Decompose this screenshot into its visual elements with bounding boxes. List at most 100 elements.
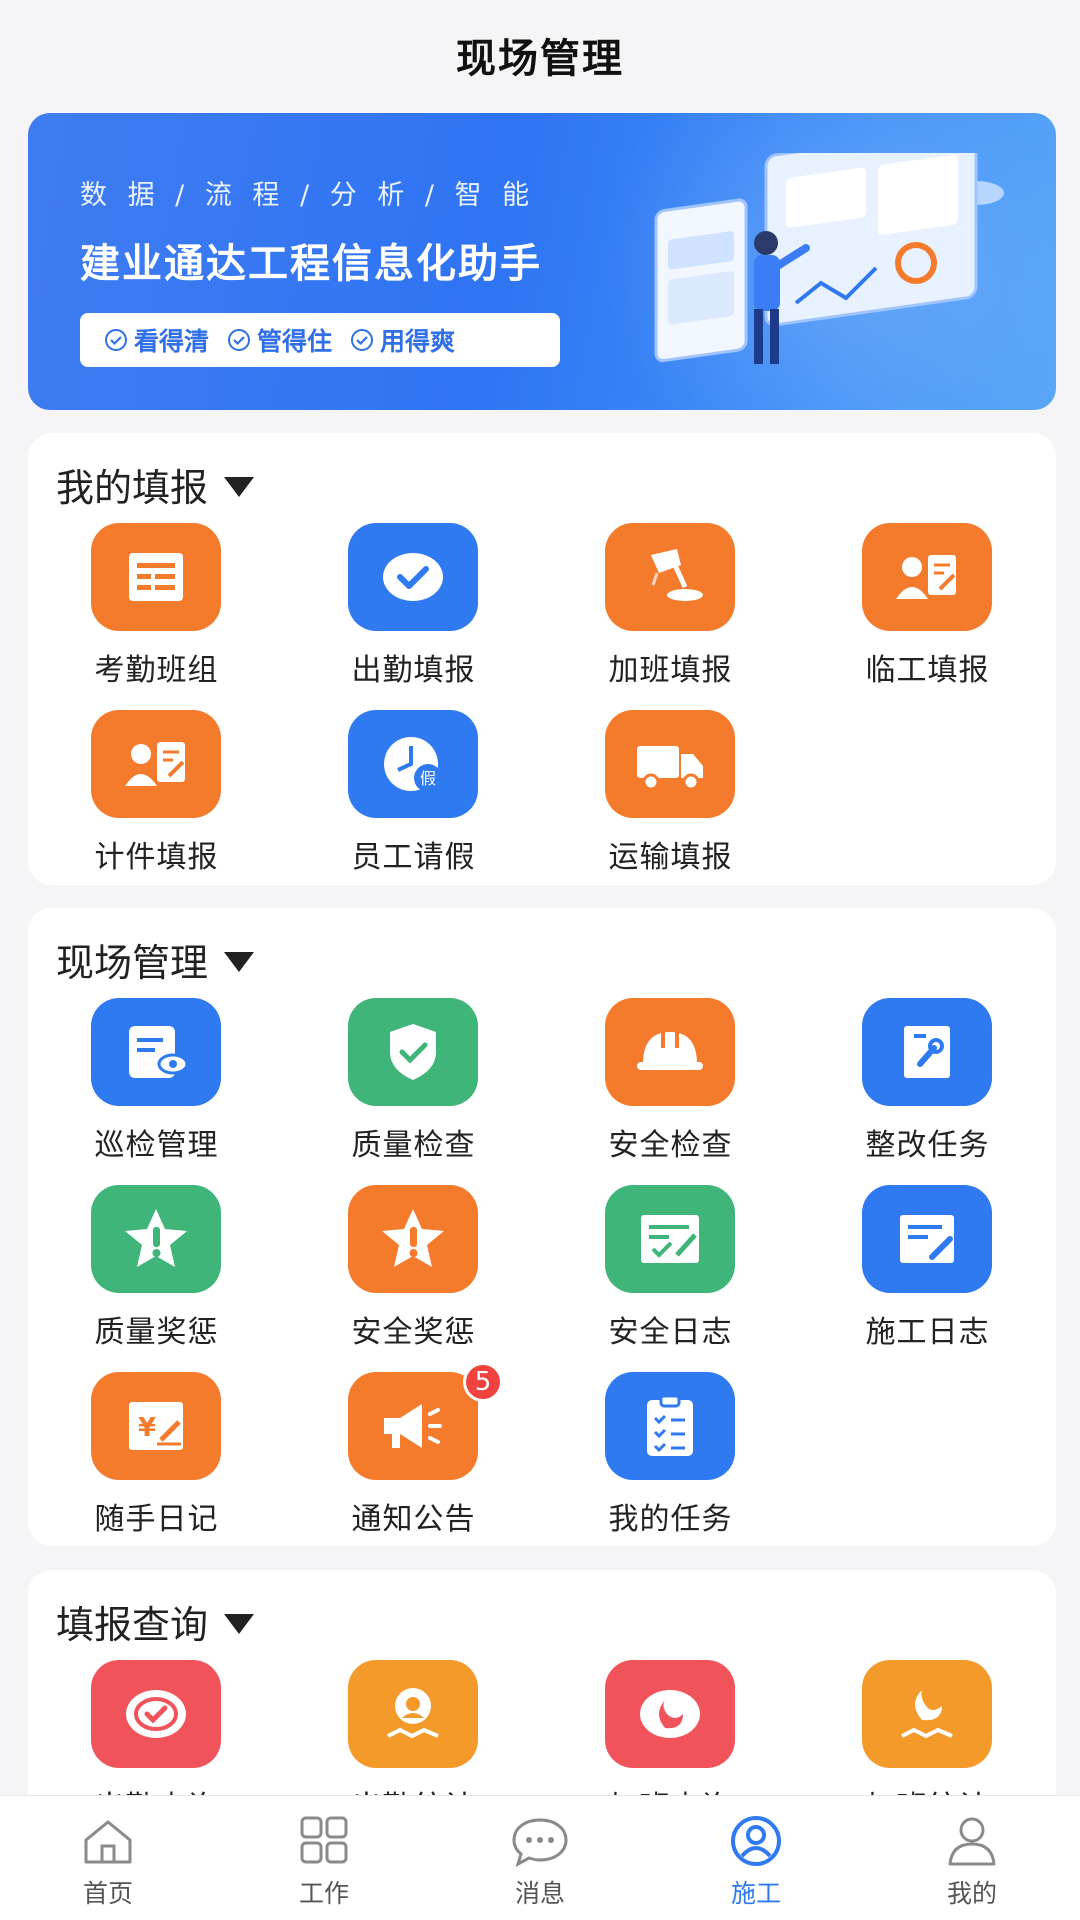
- grid-item-overtime-report[interactable]: 加班填报: [542, 523, 799, 703]
- chat-icon: [512, 1818, 568, 1868]
- tab-work[interactable]: 工作: [216, 1796, 432, 1920]
- star-alert-icon: [382, 1209, 444, 1267]
- tile: [348, 1372, 478, 1480]
- item-label: 加班填报: [608, 653, 733, 688]
- grid-item-construction-log[interactable]: 施工日志: [799, 1185, 1056, 1365]
- star-alert-icon: [125, 1209, 187, 1267]
- section-header[interactable]: 我的填报: [56, 457, 255, 512]
- tile: 假: [348, 710, 478, 818]
- banner-feature-pill: 看得清 管得住 用得爽: [80, 313, 560, 367]
- grid-item-safety-reward-penalty[interactable]: 安全奖惩: [285, 1185, 542, 1365]
- dashboard-illustration: [654, 153, 1004, 364]
- feature-label: 看得清: [134, 327, 210, 356]
- grid-item-leave-request[interactable]: 假 员工请假: [285, 710, 542, 890]
- tab-label: 施工: [730, 1879, 781, 1908]
- item-label: 安全检查: [608, 1128, 733, 1163]
- tile: ¥: [91, 1372, 221, 1480]
- svg-text:假: 假: [420, 769, 436, 788]
- tab-construction[interactable]: 施工: [648, 1796, 864, 1920]
- tile: [91, 1185, 221, 1293]
- grid-item-notice[interactable]: 5 通知公告: [285, 1362, 542, 1552]
- megaphone-icon: [384, 1404, 442, 1448]
- caret-down-icon: [224, 476, 255, 497]
- item-label: 我的任务: [608, 1502, 733, 1537]
- user-circle-icon: [731, 1816, 781, 1866]
- grid-item-quality-reward-penalty[interactable]: 质量奖惩: [28, 1185, 285, 1365]
- section-header[interactable]: 现场管理: [56, 932, 255, 987]
- moon-stat-icon: [901, 1690, 953, 1739]
- tab-label: 首页: [82, 1879, 133, 1908]
- grid-item-rectification-task[interactable]: 整改任务: [799, 998, 1056, 1178]
- check-circle-icon: [105, 329, 127, 351]
- section-my-reports: 我的填报 考勤班组 出勤填报 加班填报 临工填报 计件填报 假 员工请假 运输填…: [28, 433, 1056, 885]
- tab-home[interactable]: 首页: [0, 1796, 216, 1920]
- grid-item-safety-log[interactable]: 安全日志: [542, 1185, 799, 1365]
- bottom-tab-bar: 首页 工作 消息 施工 我的: [0, 1795, 1080, 1920]
- grid-item-transport-report[interactable]: 运输填报: [542, 710, 799, 890]
- promo-banner[interactable]: 数 据 / 流 程 / 分 析 / 智 能 建业通达工程信息化助手 看得清 管得…: [28, 113, 1056, 410]
- moon-query-icon: [640, 1690, 700, 1738]
- tile: [348, 998, 478, 1106]
- shield-check-icon: [390, 1024, 436, 1080]
- app-screen: 现场管理 数 据 / 流 程 / 分 析 / 智 能 建业通达工程信息化助手 看…: [0, 0, 1080, 1920]
- item-label: 通知公告: [351, 1502, 476, 1537]
- grid-item-my-tasks[interactable]: 我的任务: [542, 1372, 799, 1552]
- item-label: 巡检管理: [94, 1128, 219, 1163]
- item-label: 安全日志: [608, 1315, 733, 1350]
- person-form-icon: [896, 555, 956, 599]
- tile: [91, 710, 221, 818]
- grid-icon: [300, 1816, 348, 1864]
- desk-lamp-icon: [651, 549, 703, 601]
- grid-item-patrol-management[interactable]: 巡检管理: [28, 998, 285, 1178]
- grid-item-safety-check[interactable]: 安全检查: [542, 998, 799, 1178]
- feature-label: 管得住: [257, 327, 333, 356]
- section-title: 现场管理: [56, 941, 209, 985]
- grid-item-piecework-report[interactable]: 计件填报: [28, 710, 285, 890]
- check-circle-icon: [228, 329, 251, 351]
- grid-item-casual-diary[interactable]: ¥ 随手日记: [28, 1372, 285, 1552]
- caret-down-icon: [224, 1613, 255, 1634]
- tab-messages[interactable]: 消息: [432, 1796, 648, 1920]
- tile: [348, 1185, 478, 1293]
- tile: [348, 1660, 478, 1768]
- grid-item-attendance-report[interactable]: 出勤填报: [285, 523, 542, 703]
- person-stat-icon: [387, 1688, 439, 1739]
- tab-mine[interactable]: 我的: [864, 1796, 1080, 1920]
- grid-item-attendance-team[interactable]: 考勤班组: [28, 523, 285, 703]
- clipboard-list-icon: [647, 1394, 693, 1456]
- feature-item: 管得住: [227, 322, 332, 358]
- check-circle-icon: [351, 329, 374, 351]
- tile: [605, 998, 735, 1106]
- tab-label: 我的: [946, 1879, 997, 1908]
- tile: [862, 1185, 992, 1293]
- wrench-doc-icon: [904, 1026, 950, 1078]
- tile: [91, 998, 221, 1106]
- tile: [605, 1660, 735, 1768]
- section-header[interactable]: 填报查询: [56, 1594, 255, 1649]
- truck-icon: [637, 746, 703, 791]
- home-icon: [84, 1820, 132, 1864]
- feature-item: 看得清: [104, 322, 209, 358]
- tile: [862, 523, 992, 631]
- tile: [605, 710, 735, 818]
- item-label: 临工填报: [865, 653, 990, 688]
- tile: [862, 998, 992, 1106]
- tab-label: 消息: [514, 1879, 565, 1908]
- grid-item-quality-check[interactable]: 质量检查: [285, 998, 542, 1178]
- item-label: 计件填报: [94, 840, 219, 875]
- grid-item-temp-worker-report[interactable]: 临工填报: [799, 523, 1056, 703]
- item-label: 施工日志: [865, 1315, 990, 1350]
- section-site-management: 现场管理 巡检管理 质量检查 安全检查 整改任务 质量奖惩 安全奖惩 安全日志 …: [28, 908, 1056, 1546]
- item-label: 安全奖惩: [351, 1315, 476, 1350]
- svg-text:¥: ¥: [138, 1413, 156, 1443]
- yen-note-icon: ¥: [129, 1402, 183, 1450]
- item-label: 考勤班组: [94, 653, 219, 688]
- log-edit-icon: [900, 1215, 954, 1263]
- page-title: 现场管理: [456, 36, 624, 82]
- section-title: 填报查询: [56, 1603, 209, 1647]
- item-label: 员工请假: [351, 840, 476, 875]
- item-label: 质量检查: [351, 1128, 476, 1163]
- banner-tagline: 数 据 / 流 程 / 分 析 / 智 能: [80, 180, 536, 211]
- check-circle-icon: [383, 553, 443, 601]
- caret-down-icon: [224, 951, 255, 972]
